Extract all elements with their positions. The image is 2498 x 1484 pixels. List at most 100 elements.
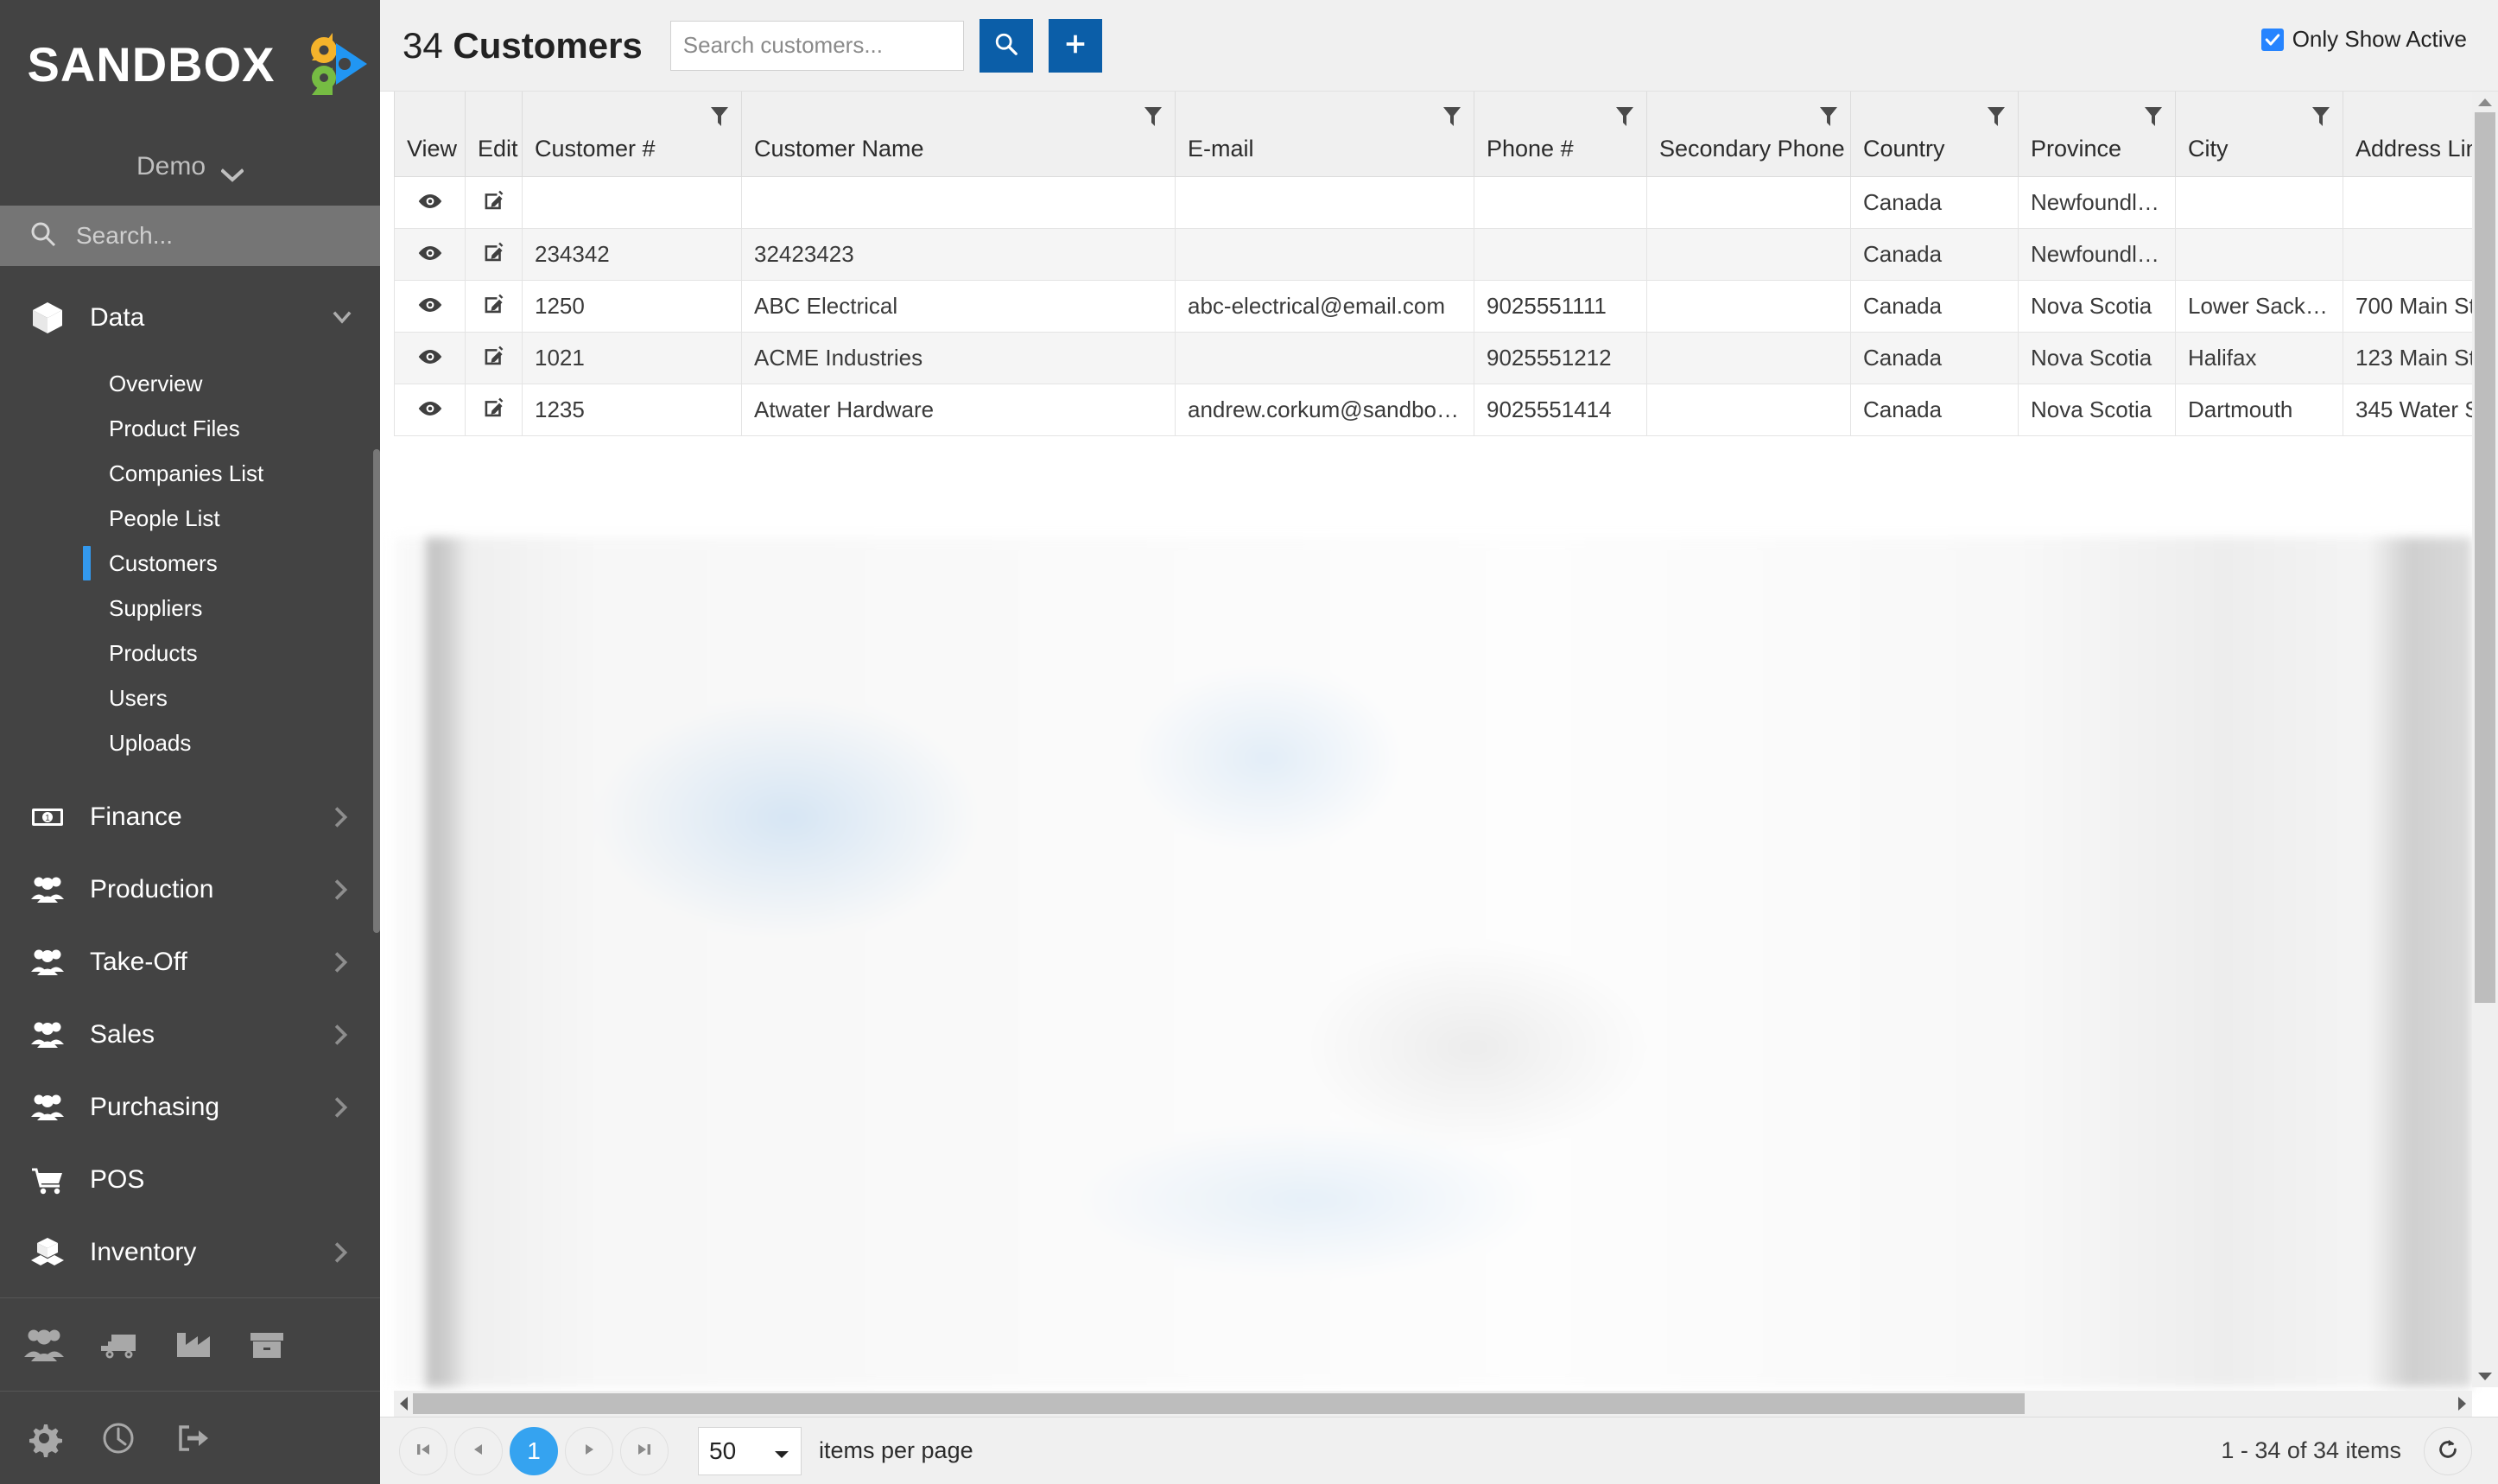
cell-customer-name[interactable]: 32423423 xyxy=(741,228,1176,281)
sidebar-group-take-off[interactable]: Take-Off xyxy=(0,926,380,999)
column-header-phone[interactable]: Phone # xyxy=(1474,92,1647,177)
pencil-square-icon[interactable] xyxy=(483,190,505,216)
column-header-customer-name[interactable]: Customer Name xyxy=(741,92,1176,177)
edit-cell[interactable] xyxy=(465,176,523,229)
column-header-province[interactable]: Province xyxy=(2018,92,2176,177)
search-button[interactable] xyxy=(979,18,1033,73)
edit-cell[interactable] xyxy=(465,384,523,436)
cell-email[interactable]: andrew.corkum@sandboxo... xyxy=(1175,384,1474,436)
eye-icon[interactable] xyxy=(417,189,443,215)
column-header-secondary-phone[interactable]: Secondary Phone # xyxy=(1646,92,1864,177)
pencil-square-icon[interactable] xyxy=(483,346,505,371)
funnel-filter-icon[interactable] xyxy=(1987,105,2006,134)
sidebar-group-sales[interactable]: Sales xyxy=(0,999,380,1071)
column-header-customer-number[interactable]: Customer # xyxy=(522,92,742,177)
horizontal-scroll-thumb[interactable] xyxy=(413,1393,2025,1414)
view-cell[interactable] xyxy=(394,280,466,333)
sidebar-item-product-files[interactable]: Product Files xyxy=(0,406,380,451)
sidebar-item-products[interactable]: Products xyxy=(0,631,380,675)
sidebar-search[interactable]: Search... xyxy=(0,206,380,266)
funnel-filter-icon[interactable] xyxy=(1144,105,1163,134)
sidebar-group-data[interactable]: Data xyxy=(0,282,380,354)
clock-icon[interactable] xyxy=(93,1413,143,1463)
edit-cell[interactable] xyxy=(465,332,523,384)
page-number-button[interactable]: 1 xyxy=(510,1426,558,1475)
sidebar-group-finance[interactable]: 1 Finance xyxy=(0,781,380,853)
view-cell[interactable] xyxy=(394,176,466,229)
sidebar-item-overview[interactable]: Overview xyxy=(0,361,380,406)
sidebar-item-companies-list[interactable]: Companies List xyxy=(0,451,380,496)
previous-page-button[interactable] xyxy=(454,1426,503,1475)
cell-email[interactable] xyxy=(1175,176,1474,229)
sidebar-item-uploads[interactable]: Uploads xyxy=(0,720,380,765)
search-input[interactable] xyxy=(669,20,964,71)
column-header-country[interactable]: Country xyxy=(1850,92,2019,177)
eye-icon[interactable] xyxy=(417,345,443,371)
sidebar-group-purchasing[interactable]: Purchasing xyxy=(0,1071,380,1144)
pencil-square-icon[interactable] xyxy=(483,397,505,423)
sidebar-group-inventory[interactable]: Inventory xyxy=(0,1216,380,1289)
sidebar-scrollbar[interactable] xyxy=(373,449,380,1297)
edit-cell[interactable] xyxy=(465,228,523,281)
sidebar-group-production[interactable]: Production xyxy=(0,853,380,926)
sidebar-item-customers[interactable]: Customers xyxy=(0,541,380,586)
view-cell[interactable] xyxy=(394,384,466,436)
only-show-active-toggle[interactable]: Only Show Active xyxy=(2260,26,2467,53)
last-page-button[interactable] xyxy=(620,1426,669,1475)
scroll-down-arrow-icon[interactable] xyxy=(2477,1367,2493,1387)
factory-icon[interactable] xyxy=(168,1320,218,1370)
cell-customer-name[interactable]: ACME Industries xyxy=(741,332,1176,384)
vertical-scroll-thumb[interactable] xyxy=(2475,112,2495,1003)
pencil-square-icon[interactable] xyxy=(483,294,505,320)
cell-customer-name[interactable]: ABC Electrical xyxy=(741,280,1176,333)
column-header-view[interactable]: View xyxy=(394,92,466,177)
grid-horizontal-scrollbar[interactable] xyxy=(394,1391,2472,1417)
logout-icon[interactable] xyxy=(168,1413,218,1463)
funnel-filter-icon[interactable] xyxy=(1615,105,1634,134)
scroll-up-arrow-icon[interactable] xyxy=(2477,92,2493,112)
pencil-square-icon[interactable] xyxy=(483,242,505,268)
edit-cell[interactable] xyxy=(465,280,523,333)
table-row[interactable]: 1250 ABC Electrical abc-electrical@email… xyxy=(394,280,2472,333)
only-show-active-checkbox[interactable] xyxy=(2260,28,2284,51)
refresh-button[interactable] xyxy=(2424,1426,2472,1475)
archive-box-icon[interactable] xyxy=(242,1320,292,1370)
eye-icon[interactable] xyxy=(417,396,443,422)
table-row[interactable]: 1235 Atwater Hardware andrew.corkum@sand… xyxy=(394,384,2472,436)
cell-customer-name[interactable]: Atwater Hardware xyxy=(741,384,1176,436)
sidebar-item-people-list[interactable]: People List xyxy=(0,496,380,541)
sidebar-item-suppliers[interactable]: Suppliers xyxy=(0,586,380,631)
first-page-button[interactable] xyxy=(399,1426,447,1475)
sidebar-scrollbar-thumb[interactable] xyxy=(373,449,380,933)
view-cell[interactable] xyxy=(394,332,466,384)
scroll-right-arrow-icon[interactable] xyxy=(2453,1396,2472,1411)
items-per-page-select[interactable]: 50 xyxy=(698,1426,802,1475)
funnel-filter-icon[interactable] xyxy=(710,105,729,134)
horizontal-scroll-track[interactable] xyxy=(413,1393,2453,1414)
table-row[interactable]: 1021 ACME Industries 9025551212 Canada N… xyxy=(394,332,2472,384)
cell-email[interactable] xyxy=(1175,228,1474,281)
tenant-selector[interactable]: Demo xyxy=(0,128,380,206)
funnel-filter-icon[interactable] xyxy=(2144,105,2163,134)
cell-customer-name[interactable] xyxy=(741,176,1176,229)
users-group-icon[interactable] xyxy=(19,1320,69,1370)
scroll-left-arrow-icon[interactable] xyxy=(394,1396,413,1411)
eye-icon[interactable] xyxy=(417,241,443,267)
sidebar-group-pos[interactable]: POS xyxy=(0,1144,380,1216)
column-header-email[interactable]: E-mail xyxy=(1175,92,1474,177)
add-customer-button[interactable] xyxy=(1048,18,1102,73)
app-logo[interactable]: SANDBOX xyxy=(0,0,380,128)
gear-icon[interactable] xyxy=(19,1413,69,1463)
sidebar-item-users[interactable]: Users xyxy=(0,675,380,720)
funnel-filter-icon[interactable] xyxy=(2311,105,2330,134)
cell-email[interactable]: abc-electrical@email.com xyxy=(1175,280,1474,333)
next-page-button[interactable] xyxy=(565,1426,613,1475)
vertical-scroll-track[interactable] xyxy=(2475,112,2495,1367)
funnel-filter-icon[interactable] xyxy=(1819,105,1838,134)
truck-icon[interactable] xyxy=(93,1320,143,1370)
cell-email[interactable] xyxy=(1175,332,1474,384)
grid-vertical-scrollbar[interactable] xyxy=(2472,92,2498,1387)
column-header-city[interactable]: City xyxy=(2175,92,2343,177)
eye-icon[interactable] xyxy=(417,293,443,319)
column-header-edit[interactable]: Edit xyxy=(465,92,523,177)
